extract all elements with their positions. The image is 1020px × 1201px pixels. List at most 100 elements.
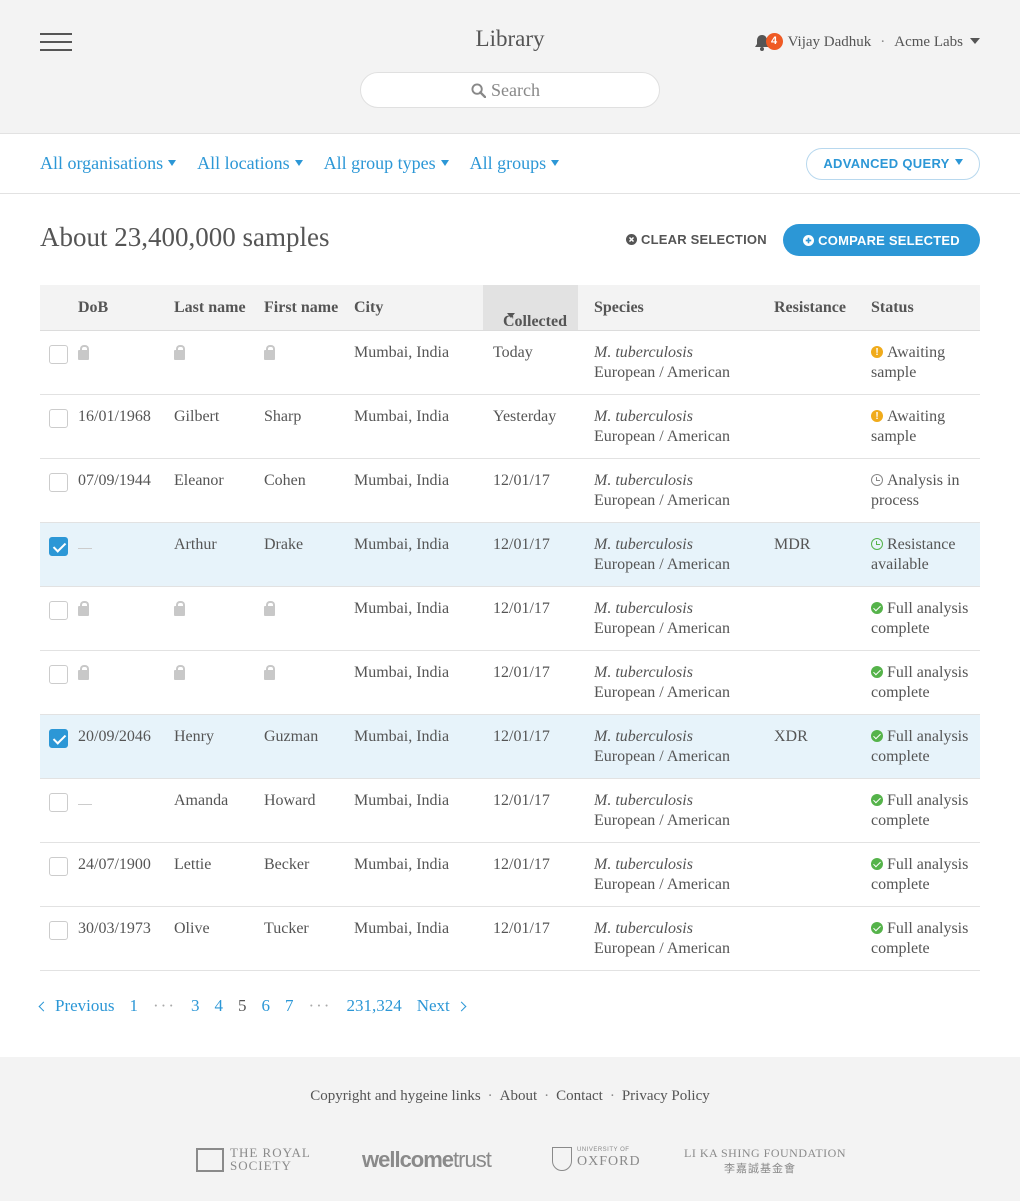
table-row[interactable]: Mumbai, India 12/01/17 M. tuberculosis Euro… [40,651,980,715]
user-name[interactable]: Vijay Dadhuk [788,34,872,51]
row-checkbox[interactable] [49,857,68,876]
page-link[interactable]: 4 [214,996,223,1016]
cell-dob [78,663,89,686]
cell-last-name [174,663,185,686]
next-page-button[interactable]: Next [417,996,467,1016]
cell-species: M. tuberculosis European / American [594,919,730,959]
column-collected[interactable]: Collected [483,285,578,330]
caret-down-icon [294,160,303,166]
cell-status: Full analysis complete [871,855,981,895]
table-row[interactable]: Amanda Howard Mumbai, India 12/01/17 M. tube… [40,779,980,843]
table-row[interactable]: 20/09/2046 Henry Guzman Mumbai, India 12/01/… [40,715,980,779]
results-count: About 23,400,000 samples [40,222,330,252]
page-link[interactable]: 1 [130,996,139,1016]
row-checkbox[interactable] [49,537,68,556]
table-row[interactable]: 16/01/1968 Gilbert Sharp Mumbai, India Yeste… [40,395,980,459]
cell-collected: 12/01/17 [493,856,550,873]
cell-dob: 24/07/1900 [78,855,151,875]
table-row[interactable]: Mumbai, India 12/01/17 M. tuberculosis Euro… [40,587,980,651]
table-row[interactable]: 30/03/1973 Olive Tucker Mumbai, India 12/01/… [40,907,980,971]
species-lineage: European / American [594,556,730,573]
warning-icon [871,343,883,363]
table-row[interactable]: 24/07/1900 Lettie Becker Mumbai, India 12/01… [40,843,980,907]
column-dob[interactable]: DoB [78,299,108,317]
page-link[interactable]: 3 [191,996,200,1016]
lock-icon [78,601,89,616]
advanced-query-button[interactable]: ADVANCED QUERY [806,148,980,180]
check-circle-icon [871,794,883,806]
cell-species: M. tuberculosis European / American [594,599,730,639]
cell-collected: 12/01/17 [493,536,550,553]
oxford-small-text: UNIVERSITY OF [577,1147,630,1153]
column-resistance[interactable]: Resistance [774,299,846,317]
row-checkbox[interactable] [49,793,68,812]
status-text: Full analysis complete [871,600,969,637]
cell-dob [78,599,89,622]
pagination: Previous 1 ··· 3 4 5 6 7 ··· 231,324 Next [38,996,480,1016]
cell-first-name: Cohen [264,471,306,491]
species-name: M. tuberculosis [594,344,693,361]
last-name-value: Henry [174,728,214,745]
samples-table: DoB Last name First name City Collected … [40,285,980,971]
row-checkbox[interactable] [49,665,68,684]
table-row[interactable]: Mumbai, India Today M. tuberculosis Europea… [40,331,980,395]
clear-selection-button[interactable]: CLEAR SELECTION [626,232,767,247]
filter-organisations[interactable]: All organisations [40,153,177,174]
table-row[interactable]: Arthur Drake Mumbai, India 12/01/17 M. tuber… [40,523,980,587]
header-separator: · [880,33,886,50]
search-input[interactable] [491,79,549,101]
search-icon [471,82,486,98]
row-checkbox[interactable] [49,601,68,620]
row-checkbox[interactable] [49,409,68,428]
footer-link-privacy[interactable]: Privacy Policy [622,1088,710,1104]
filter-locations[interactable]: All locations [197,153,303,174]
page-link[interactable]: 5 [238,996,247,1016]
footer-link-about[interactable]: About [500,1088,538,1104]
table-row[interactable]: 07/09/1944 Eleanor Cohen Mumbai, India 12/01… [40,459,980,523]
check-circle-icon [871,730,883,742]
oxford-crest [552,1147,572,1171]
app-title[interactable]: Library [476,26,545,51]
wellcome-trust-logo: wellcometrust [362,1147,492,1173]
column-last-name[interactable]: Last name [174,299,246,317]
cell-last-name [174,599,185,622]
filter-groups[interactable]: All groups [470,153,560,174]
row-checkbox[interactable] [49,473,68,492]
page-link[interactable]: 6 [261,996,270,1016]
footer-link-copyright[interactable]: Copyright and hygeine links [310,1088,480,1104]
cell-first-name: Drake [264,535,303,555]
search-box[interactable] [360,72,660,108]
royal-society-mark [196,1148,224,1172]
page-link[interactable]: 231,324 [346,996,401,1016]
column-status[interactable]: Status [871,299,914,317]
footer-link-contact[interactable]: Contact [556,1088,603,1104]
lock-icon [264,601,275,616]
previous-page-button[interactable]: Previous [38,996,115,1016]
cell-city: Mumbai, India [354,920,450,937]
lock-icon [174,601,185,616]
row-checkbox[interactable] [49,921,68,940]
column-first-name[interactable]: First name [264,299,338,317]
row-checkbox[interactable] [49,729,68,748]
empty-value-dash [78,804,92,805]
menu-hamburger-icon[interactable] [40,33,72,53]
page-link[interactable]: 7 [285,996,294,1016]
row-checkbox[interactable] [49,345,68,364]
column-city[interactable]: City [354,299,383,317]
status-text: Full analysis complete [871,856,969,893]
cell-collected: 12/01/17 [493,792,550,809]
notifications-button[interactable]: 4 [754,32,783,52]
filter-list: All organisations All locations All grou… [40,153,580,174]
organisation-dropdown[interactable]: Acme Labs [894,34,980,51]
last-name-value: Eleanor [174,472,224,489]
cell-collected: Today [493,344,533,361]
cell-status: Awaiting sample [871,407,981,447]
filter-group-types[interactable]: All group types [324,153,449,174]
footer-separator: · [544,1088,550,1104]
cell-city: Mumbai, India [354,792,450,809]
compare-selected-button[interactable]: COMPARE SELECTED [783,224,980,256]
empty-value-dash [78,548,92,549]
cell-dob [78,343,89,366]
column-species[interactable]: Species [594,299,644,317]
cell-resistance: XDR [774,728,808,745]
